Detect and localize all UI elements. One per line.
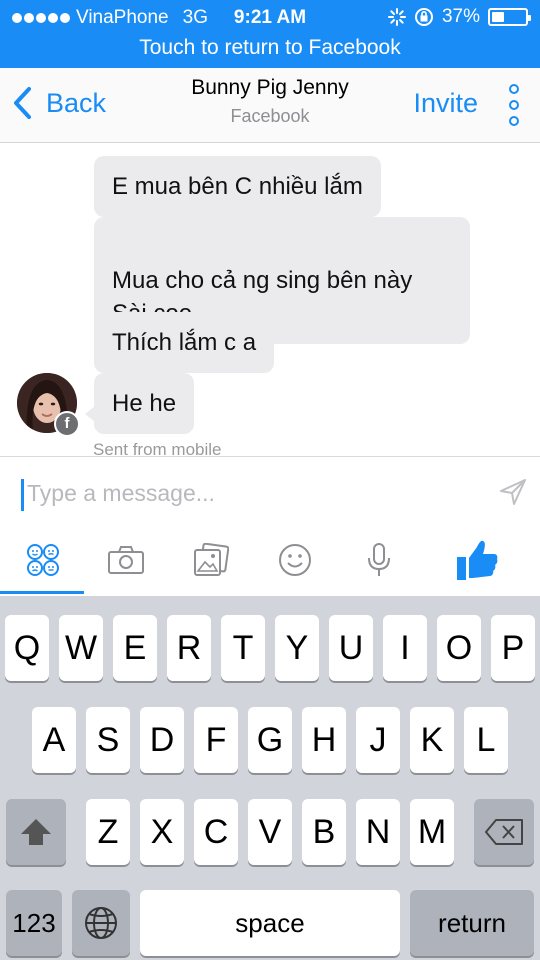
key-e[interactable]: E xyxy=(113,615,157,681)
key-w[interactable]: W xyxy=(59,615,103,681)
key-n[interactable]: N xyxy=(356,799,400,865)
conversation-header: Back Bunny Pig Jenny Facebook Invite xyxy=(0,68,540,143)
return-key[interactable]: return xyxy=(410,890,534,956)
activity-spinner-icon xyxy=(387,8,406,26)
key-o[interactable]: O xyxy=(437,615,481,681)
facebook-badge-icon: f xyxy=(54,411,80,437)
message-text: Thích lắm c a xyxy=(112,329,257,356)
like-thumb-icon[interactable] xyxy=(452,538,502,582)
key-b[interactable]: B xyxy=(302,799,346,865)
key-f[interactable]: F xyxy=(194,707,238,773)
message-bubble: E mua bên C nhiều lắm xyxy=(94,156,381,217)
key-p[interactable]: P xyxy=(491,615,535,681)
top-blue-bar: VinaPhone 3G 9:21 AM 37% Touch to return… xyxy=(0,0,540,68)
key-z[interactable]: Z xyxy=(86,799,130,865)
delete-key[interactable] xyxy=(474,799,534,865)
composer-toolbar xyxy=(0,528,540,596)
invite-button[interactable]: Invite xyxy=(413,88,478,119)
return-to-facebook-bar[interactable]: Touch to return to Facebook xyxy=(0,36,540,66)
message-text: E mua bên C nhiều lắm xyxy=(112,173,363,200)
key-q[interactable]: Q xyxy=(5,615,49,681)
key-r[interactable]: R xyxy=(167,615,211,681)
key-c[interactable]: C xyxy=(194,799,238,865)
globe-key[interactable] xyxy=(72,890,130,956)
key-l[interactable]: L xyxy=(464,707,508,773)
gallery-icon[interactable] xyxy=(186,538,236,582)
key-s[interactable]: S xyxy=(86,707,130,773)
key-g[interactable]: G xyxy=(248,707,292,773)
message-input[interactable] xyxy=(27,475,467,511)
keyboard: QWERTYUIOP ASDFGHJKL ZXCVBNM 123 space r… xyxy=(0,596,540,960)
key-v[interactable]: V xyxy=(248,799,292,865)
shift-key[interactable] xyxy=(6,799,66,865)
message-bubble: He he xyxy=(85,373,195,434)
sent-from-mobile-note: Sent from mobile xyxy=(93,440,222,456)
key-j[interactable]: J xyxy=(356,707,400,773)
emoji-icon[interactable] xyxy=(270,538,320,582)
microphone-icon[interactable] xyxy=(354,538,404,582)
status-bar: VinaPhone 3G 9:21 AM 37% xyxy=(0,0,540,34)
status-right: 37% xyxy=(387,6,531,28)
battery-icon xyxy=(488,8,531,26)
backspace-icon xyxy=(485,819,523,845)
key-k[interactable]: K xyxy=(410,707,454,773)
key-y[interactable]: Y xyxy=(275,615,319,681)
key-x[interactable]: X xyxy=(140,799,184,865)
globe-icon xyxy=(85,907,117,939)
key-t[interactable]: T xyxy=(221,615,265,681)
battery-level-fill xyxy=(492,12,504,22)
message-thread[interactable]: E mua bên C nhiều lắm Mua cho cả ng sing… xyxy=(0,144,540,456)
send-arrow-icon[interactable] xyxy=(498,477,528,507)
message-bubble: Thích lắm c a xyxy=(94,312,275,373)
key-a[interactable]: A xyxy=(32,707,76,773)
space-key[interactable]: space xyxy=(140,890,400,956)
numbers-key[interactable]: 123 xyxy=(6,890,62,956)
shift-arrow-icon xyxy=(21,819,51,845)
vertical-dots-icon[interactable] xyxy=(504,84,524,126)
active-tab-indicator xyxy=(0,591,84,594)
battery-percent: 37% xyxy=(441,6,480,27)
bubble-tail xyxy=(85,406,95,422)
key-h[interactable]: H xyxy=(302,707,346,773)
composer xyxy=(0,456,540,528)
text-caret xyxy=(21,479,24,511)
key-i[interactable]: I xyxy=(383,615,427,681)
stickers-icon[interactable] xyxy=(18,538,68,582)
key-u[interactable]: U xyxy=(329,615,373,681)
rotation-lock-icon xyxy=(414,8,433,26)
key-m[interactable]: M xyxy=(410,799,454,865)
message-text: He he xyxy=(112,390,177,417)
key-d[interactable]: D xyxy=(140,707,184,773)
camera-icon[interactable] xyxy=(101,538,151,582)
